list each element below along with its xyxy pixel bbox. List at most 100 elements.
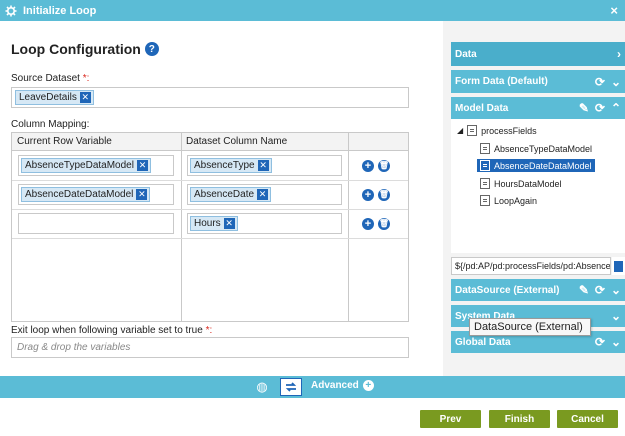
grid-header-actions [348,133,408,151]
chevron-right-icon[interactable]: › [617,47,621,61]
variable-chip: AbsenceTypeDataModel ✕ [21,158,151,173]
pencil-icon[interactable]: ✎ [579,283,589,297]
section-label: Global Data [455,336,511,348]
tree-item[interactable]: AbsenceTypeDataModel [480,143,592,154]
chevron-up-icon[interactable]: ⌃ [611,101,621,115]
cancel-button[interactable]: Cancel [557,410,618,428]
chip-label: LeaveDetails [19,92,77,103]
section-datasource[interactable]: DataSource (External) ✎ ⟳ ⌄ [451,279,625,301]
row-divider [12,180,408,181]
row-column-field[interactable]: Hours ✕ [187,213,342,234]
required-marker: *: [205,325,213,336]
chevron-down-icon[interactable]: ⌄ [611,335,621,349]
row-column-field[interactable]: AbsenceType ✕ [187,155,342,176]
page-title-text: Loop Configuration [11,41,141,57]
prev-button[interactable]: Prev [420,410,481,428]
field-icon [480,178,490,189]
section-label: Model Data [455,102,509,114]
row-divider [12,209,408,210]
plus-icon: + [362,380,374,391]
pencil-icon[interactable]: ✎ [579,101,589,115]
remove-icon[interactable]: ✕ [79,92,91,103]
copy-icon[interactable] [612,257,625,275]
column-chip: AbsenceType ✕ [190,158,272,173]
tree-root-label: processFields [481,125,537,136]
loop-configuration-panel: Loop Configuration ? Source Dataset *: L… [0,21,443,376]
tree-item-label: HoursDataModel [494,178,562,189]
delete-row-icon[interactable]: 🗑 [378,160,390,172]
tree-item[interactable]: LoopAgain [480,195,537,206]
refresh-icon[interactable]: ⟳ [595,335,605,349]
column-mapping-label: Column Mapping: [11,119,90,130]
model-data-tree: ◢ processFields AbsenceTypeDataModel Abs… [451,119,625,253]
tooltip: DataSource (External) [469,318,591,336]
section-label: Form Data (Default) [455,76,548,87]
tree-item[interactable]: HoursDataModel [480,178,562,189]
field-icon [480,143,490,154]
loop-icon[interactable] [280,378,302,396]
title-bar: Initialize Loop × [0,0,625,21]
refresh-icon[interactable]: ⟳ [595,101,605,115]
data-panel-header[interactable]: Data › [451,42,625,66]
tree-item-selected[interactable]: AbsenceDateDataModel [477,159,595,172]
data-panel-title: Data [455,48,477,60]
remove-icon[interactable]: ✕ [257,189,269,200]
remove-icon[interactable]: ✕ [136,160,148,171]
help-icon[interactable]: ? [144,42,159,56]
chip-label: AbsenceDate [194,189,255,200]
source-dataset-chip: LeaveDetails ✕ [15,90,94,105]
exit-loop-label: Exit loop when following variable set to… [11,325,212,336]
source-dataset-field[interactable]: LeaveDetails ✕ [11,87,409,108]
row-variable-field[interactable]: AbsenceDateDataModel ✕ [18,184,174,205]
chevron-down-icon[interactable]: ⌄ [611,283,621,297]
add-row-icon[interactable]: + [362,218,374,230]
finish-button[interactable]: Finish [489,410,550,428]
collapse-icon[interactable]: ◢ [457,126,463,135]
column-chip: Hours ✕ [190,216,238,231]
tree-item-label: LoopAgain [494,195,538,206]
variable-chip: AbsenceDateDataModel ✕ [21,187,151,202]
exit-variable-dropzone[interactable]: Drag & drop the variables [11,337,409,358]
add-row-icon[interactable]: + [362,189,374,201]
row-variable-field[interactable]: AbsenceTypeDataModel ✕ [18,155,174,176]
refresh-icon[interactable]: ⟳ [595,283,605,297]
chip-label: AbsenceTypeDataModel [25,160,134,171]
page-title: Loop Configuration ? [11,41,159,57]
grid-divider [348,133,349,321]
window-title: Initialize Loop [23,4,97,17]
advanced-toggle[interactable]: Advanced + [311,380,374,391]
chevron-down-icon[interactable]: ⌄ [611,75,621,89]
chip-label: AbsenceDateDataModel [25,189,134,200]
column-chip: AbsenceDate ✕ [190,187,272,202]
remove-icon[interactable]: ✕ [257,160,269,171]
delete-row-icon[interactable]: 🗑 [378,218,390,230]
footer: Prev Finish Cancel [0,398,625,436]
delete-row-icon[interactable]: 🗑 [378,189,390,201]
tree-root[interactable]: ◢ processFields [457,125,537,136]
field-icon [467,125,478,136]
source-dataset-label: Source Dataset *: [11,73,89,84]
section-form-data[interactable]: Form Data (Default) ⟳ ⌄ [451,70,625,93]
close-icon[interactable]: × [610,3,618,18]
gear-icon [5,5,17,17]
remove-icon[interactable]: ✕ [136,189,148,200]
chip-label: AbsenceType [194,160,255,171]
remove-icon[interactable]: ✕ [223,218,235,229]
refresh-icon[interactable]: ⟳ [595,75,605,89]
tree-item-label: AbsenceDateDataModel [494,160,592,171]
tree-item-label: AbsenceTypeDataModel [494,143,593,154]
row-column-field[interactable]: AbsenceDate ✕ [187,184,342,205]
row-variable-field[interactable] [18,213,174,234]
add-row-icon[interactable]: + [362,160,374,172]
grid-header-column: Dataset Column Name [181,133,348,151]
required-marker: *: [82,73,90,84]
grid-header-variable: Current Row Variable [12,133,181,151]
advanced-label: Advanced [311,380,359,391]
section-label: DataSource (External) [455,284,560,296]
data-path-field[interactable]: ${/pd:AP/pd:processFields/pd:AbsenceDate… [451,257,611,275]
field-icon [480,195,490,206]
chevron-down-icon[interactable]: ⌄ [611,309,621,323]
bottom-toolbar: ◍ Advanced + [0,376,625,398]
section-model-data[interactable]: Model Data ✎ ⟳ ⌃ [451,97,625,119]
globe-icon[interactable]: ◍ [253,378,271,396]
